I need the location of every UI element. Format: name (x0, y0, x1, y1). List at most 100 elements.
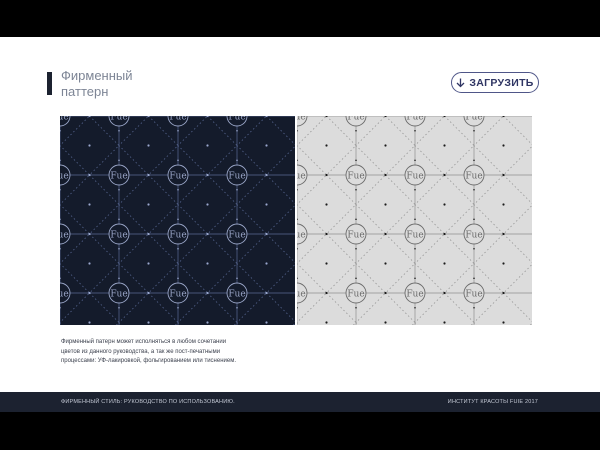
pattern-light-logo-mark: Fue (345, 282, 367, 304)
pattern-dark-dot (265, 144, 268, 147)
pattern-light-dot (443, 203, 446, 206)
pattern-light-dot (414, 277, 416, 280)
pattern-light-logo-text: Fue (406, 290, 423, 300)
pattern-dark-dot (118, 247, 120, 250)
pattern-light-logo-text: Fue (297, 116, 306, 123)
pattern-dark-logo-text: Fue (110, 116, 127, 123)
pattern-light-logo-mark: Fue (404, 282, 426, 304)
pattern-dark-logo-mark: Fue (108, 282, 130, 304)
footer-right-text: ИНСТИТУТ КРАСОТЫ FUIE 2017 (447, 399, 538, 405)
pattern-light-logo-mark: Fue (345, 223, 367, 245)
pattern-dark-logo-text: Fue (60, 231, 69, 241)
footer-bar: ФИРМЕННЫЙ СТИЛЬ: РУКОВОДСТВО ПО ИСПОЛЬЗО… (0, 392, 600, 412)
pattern-light-dot (384, 262, 387, 265)
page-title-line-1: Фирменный (61, 68, 133, 83)
download-button-label: ЗАГРУЗИТЬ (469, 76, 534, 89)
pattern-light-dot (443, 144, 446, 147)
description-line-2: цветов из данного руководства, а так же … (61, 348, 221, 355)
page-title: Фирменный паттерн (61, 68, 261, 100)
pattern-light-dot (325, 232, 328, 236)
pattern-dark-logo-mark: Fue (167, 282, 189, 304)
pattern-light-logo-mark: Fue (404, 164, 426, 186)
pattern-dark-dot (265, 291, 268, 295)
title-accent-bar (47, 72, 52, 95)
pattern-dark-swatch: Fue Fue Fue Fue Fue Fue Fue Fue Fue Fue Fue Fue Fue F… (60, 116, 295, 325)
pattern-dark-dot (118, 159, 120, 162)
pattern-light-dot (325, 203, 328, 206)
pattern-dark-logo-text: Fue (110, 231, 127, 241)
pattern-light-dot (414, 129, 416, 132)
pattern-dark-dot (265, 232, 268, 236)
pattern-light-dot (443, 321, 446, 324)
pattern-dark-logo-mark: Fue (108, 223, 130, 245)
pattern-light-logo-text: Fue (347, 116, 364, 123)
pattern-dark-dot (265, 262, 268, 265)
pattern-light-logo-text: Fue (406, 231, 423, 241)
pattern-dark-dot (236, 218, 238, 221)
pattern-light-dot (443, 232, 446, 236)
download-button[interactable]: ЗАГРУЗИТЬ (451, 72, 539, 93)
pattern-dark-dot (147, 144, 150, 147)
pattern-dark-dot (206, 291, 209, 295)
pattern-dark-dot (147, 262, 150, 265)
pattern-light-dot (473, 159, 475, 162)
pattern-light-dot (325, 173, 328, 177)
page-title-line-2: паттерн (61, 84, 109, 99)
pattern-light-dot (384, 321, 387, 324)
pattern-light-logo-text: Fue (465, 290, 482, 300)
pattern-light-dot (414, 188, 416, 191)
pattern-light-dot (384, 144, 387, 147)
pattern-dark-dot (265, 203, 268, 206)
pattern-light-logo-text: Fue (465, 116, 482, 123)
pattern-dark-dot (147, 203, 150, 206)
pattern-light-dot (502, 291, 505, 295)
pattern-dark-logo-text: Fue (169, 290, 186, 300)
pattern-light-dot (414, 247, 416, 250)
pattern-dark-logo-text: Fue (228, 172, 245, 182)
pattern-dark-dot (177, 188, 179, 191)
pattern-dark-dot (236, 247, 238, 250)
pattern-dark-dot (177, 159, 179, 162)
pattern-dark-logo-text: Fue (169, 231, 186, 241)
pattern-dark-logo-text: Fue (60, 290, 69, 300)
pattern-dark-graphic: Fue Fue Fue Fue Fue Fue Fue Fue Fue Fue Fue Fue Fue F… (60, 116, 295, 325)
pattern-light-dot (355, 188, 357, 191)
pattern-light-dot (355, 277, 357, 280)
pattern-dark-dot (147, 232, 150, 236)
pattern-dark-logo-text: Fue (169, 116, 186, 123)
pattern-dark-dot (236, 306, 238, 309)
pattern-dark-dot (147, 173, 150, 177)
pattern-dark-logo-text: Fue (110, 172, 127, 182)
pattern-dark-dot (88, 232, 91, 236)
pattern-dark-dot (118, 277, 120, 280)
pattern-dark-logo-text: Fue (110, 290, 127, 300)
pattern-light-dot (325, 144, 328, 147)
description-line-3: процессами: УФ-лакировкой, фольгирование… (61, 358, 236, 364)
pattern-dark-dot (88, 291, 91, 295)
pattern-dark-dot (206, 232, 209, 236)
pattern-dark-dot (177, 129, 179, 132)
pattern-dark-dot (206, 203, 209, 206)
pattern-light-dot (384, 291, 387, 295)
pattern-dark-logo-text: Fue (169, 172, 186, 182)
pattern-light-dot (443, 291, 446, 295)
pattern-light-logo-text: Fue (347, 231, 364, 241)
pattern-light-dot (443, 262, 446, 265)
pattern-dark-dot (88, 262, 91, 265)
pattern-light-dot (325, 262, 328, 265)
pattern-dark-dot (206, 262, 209, 265)
pattern-light-dot (355, 247, 357, 250)
pattern-light-dot (355, 159, 357, 162)
description-line-1: Фирменный патерн может исполняться в люб… (61, 339, 227, 345)
pattern-light-dot (355, 306, 357, 309)
pattern-light-logo-text: Fue (347, 290, 364, 300)
pattern-light-logo-text: Fue (297, 290, 306, 300)
pattern-light-dot (473, 129, 475, 132)
pattern-dark-logo-text: Fue (228, 116, 245, 123)
pattern-dark-dot (88, 173, 91, 177)
pattern-light-dot (384, 232, 387, 236)
pattern-dark-logo-mark: Fue (226, 164, 248, 186)
pattern-dark-dot (236, 188, 238, 191)
pattern-dark-dot (147, 321, 150, 324)
pattern-light-logo-text: Fue (297, 172, 306, 182)
